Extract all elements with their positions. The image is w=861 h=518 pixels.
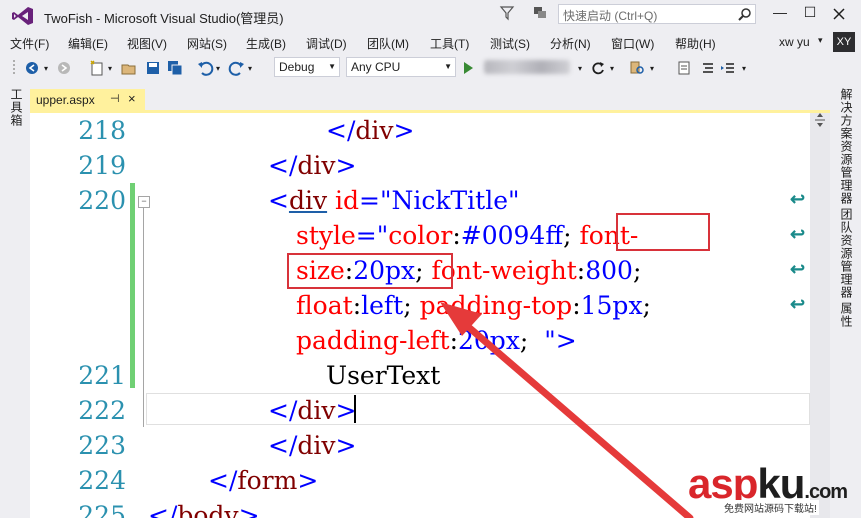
annotation-arrow-icon xyxy=(440,302,694,518)
watermark-subtitle: 免费网站源码下载站! xyxy=(722,500,819,515)
